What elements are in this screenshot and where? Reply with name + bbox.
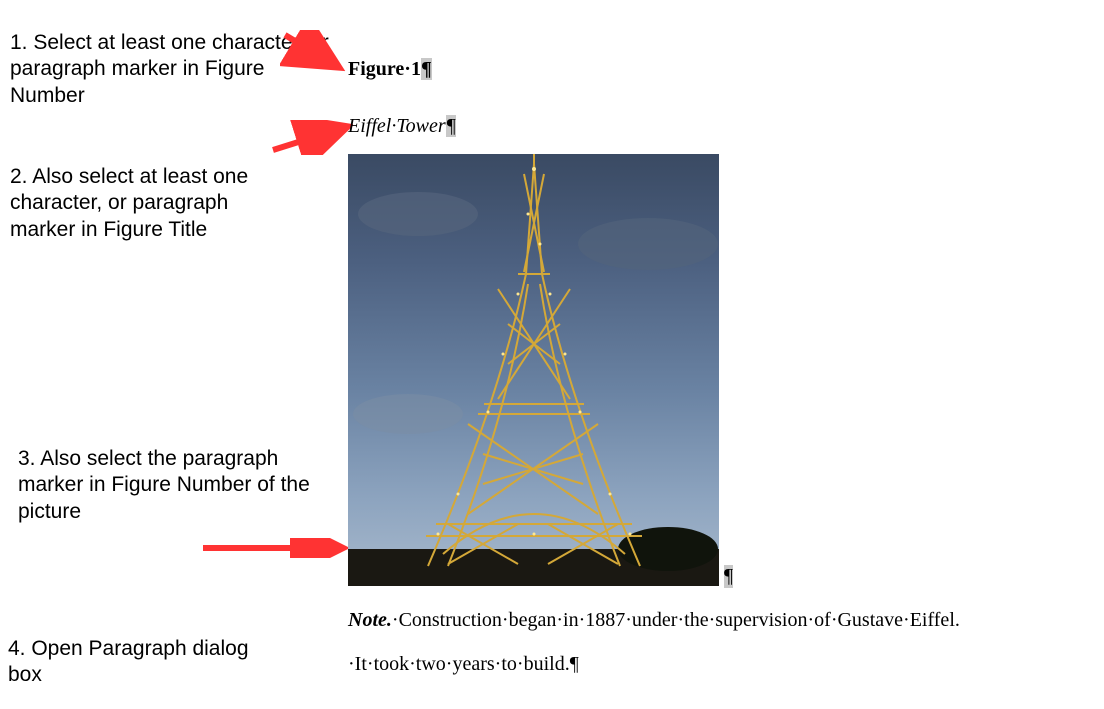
document-area: Figure·1¶ Eiffel·Tower¶ [348, 58, 1098, 686]
note-word: took [374, 653, 410, 675]
instruction-step-2: 2. Also select at least one character, o… [10, 164, 290, 243]
note-word: of [814, 609, 831, 631]
space-dot: · [404, 58, 411, 80]
note-word: Eiffel. [910, 609, 960, 631]
note-word: build. [524, 653, 570, 675]
note-word: to [501, 653, 517, 675]
paragraph-marker[interactable]: ¶ [724, 565, 733, 588]
space-dot: · [502, 609, 509, 631]
arrow-icon [280, 30, 350, 75]
figure-note: Note.·Construction·began·in·1887·under·t… [348, 598, 1098, 686]
arrow-icon [268, 120, 353, 155]
space-dot: · [392, 609, 399, 631]
space-dot: · [625, 609, 632, 631]
note-prefix: Note. [348, 609, 392, 631]
space-dot: · [348, 653, 355, 675]
instruction-step-4: 4. Open Paragraph dialog box [8, 636, 268, 689]
note-word: two [416, 653, 446, 675]
eiffel-tower-icon [348, 154, 719, 586]
note-word: under [632, 609, 678, 631]
note-word: began [509, 609, 557, 631]
note-word: supervision [715, 609, 807, 631]
figure-title-word2: Tower [396, 115, 445, 137]
figure-number-line: Figure·1¶ [348, 58, 1098, 81]
note-word: It [355, 653, 367, 675]
figure-title-word1: Eiffel [348, 115, 391, 137]
arrow-icon [198, 538, 348, 558]
note-word: Construction [399, 609, 502, 631]
figure-title-line: Eiffel·Tower¶ [348, 115, 1098, 138]
space-dot: · [556, 609, 563, 631]
paragraph-marker: ¶ [570, 653, 579, 675]
space-dot: · [367, 653, 374, 675]
note-word: years [452, 653, 494, 675]
space-dot: · [409, 653, 416, 675]
instruction-step-3: 3. Also select the paragraph marker in F… [18, 446, 318, 525]
note-word: in [563, 609, 579, 631]
paragraph-marker[interactable]: ¶ [446, 115, 456, 137]
space-dot: · [903, 609, 910, 631]
note-word: Gustave [837, 609, 903, 631]
note-word: 1887 [585, 609, 625, 631]
figure-number: 1 [411, 58, 421, 80]
space-dot: · [517, 653, 524, 675]
figure-image: ¶ [348, 154, 719, 586]
note-word: the [684, 609, 708, 631]
figure-label: Figure [348, 58, 404, 80]
paragraph-marker[interactable]: ¶ [421, 58, 432, 80]
